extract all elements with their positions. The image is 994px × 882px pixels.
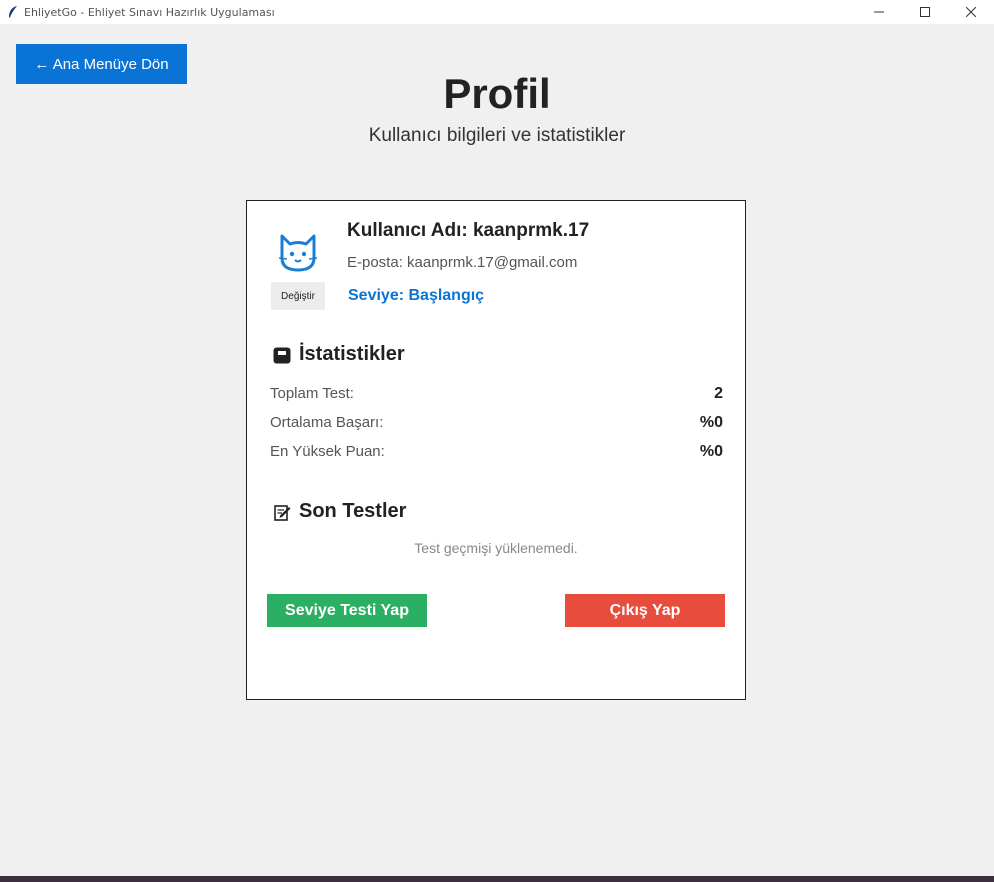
stat-label: En Yüksek Puan: (270, 443, 385, 460)
stat-row-highest-score: En Yüksek Puan: %0 (270, 443, 723, 461)
stat-value: %0 (699, 414, 723, 431)
recent-tests-heading: Son Testler (272, 500, 406, 523)
stats-title: İstatistikler (299, 343, 405, 365)
feather-icon (4, 5, 22, 19)
window-controls (856, 0, 994, 24)
cat-face-icon (277, 232, 319, 274)
stats-heading: İstatistikler (272, 343, 405, 366)
page-title: Profil (443, 70, 551, 117)
card-box-icon (272, 345, 292, 365)
logout-button[interactable]: Çıkış Yap (565, 594, 725, 627)
stat-label: Ortalama Başarı: (270, 414, 384, 431)
stat-value: %0 (699, 443, 723, 460)
minimize-button[interactable] (856, 0, 902, 24)
stat-row-total-tests: Toplam Test: 2 (270, 385, 723, 403)
minimize-icon (874, 11, 884, 13)
stat-value: 2 (714, 385, 723, 402)
email-label: E-posta: kaanprmk.17@gmail.com (347, 254, 578, 271)
title-bar: EhliyetGo - Ehliyet Sınavı Hazırlık Uygu… (0, 0, 994, 24)
change-avatar-button[interactable]: Değiştir (271, 282, 325, 310)
username-label: Kullanıcı Adı: kaanprmk.17 (347, 220, 590, 241)
level-label: Seviye: Başlangıç (348, 287, 485, 304)
recent-tests-title: Son Testler (299, 500, 407, 522)
memo-pencil-icon (272, 502, 292, 522)
page-subtitle: Kullanıcı bilgileri ve istatistikler (368, 125, 626, 146)
maximize-icon (920, 7, 930, 17)
app-window: EhliyetGo - Ehliyet Sınavı Hazırlık Uygu… (0, 0, 994, 876)
close-icon (966, 7, 976, 17)
stat-row-average-success: Ortalama Başarı: %0 (270, 414, 723, 432)
window-title: EhliyetGo - Ehliyet Sınavı Hazırlık Uygu… (24, 5, 275, 19)
profile-card: Değiştir Kullanıcı Adı: kaanprmk.17 E-po… (246, 200, 746, 700)
taskbar-strip (0, 876, 994, 882)
stat-label: Toplam Test: (270, 385, 354, 402)
level-test-button[interactable]: Seviye Testi Yap (267, 594, 427, 627)
close-button[interactable] (948, 0, 994, 24)
empty-history-message: Test geçmişi yüklenemedi. (414, 540, 578, 556)
maximize-button[interactable] (902, 0, 948, 24)
